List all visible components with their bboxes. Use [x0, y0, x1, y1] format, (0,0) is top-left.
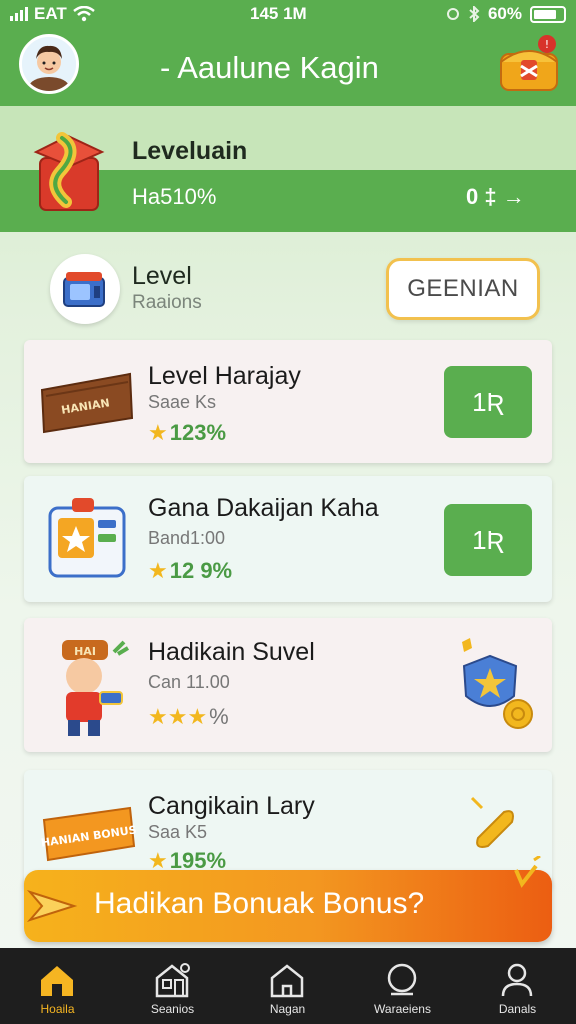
card-title: Cangikain Lary: [148, 792, 315, 820]
avatar-icon: [22, 37, 76, 91]
wooden-sign-icon: HANIAN: [40, 366, 134, 436]
card-value-text: 12 9%: [169, 558, 233, 583]
nav-label: Nagan: [269, 1002, 306, 1016]
nav-label: Seanios: [150, 1002, 195, 1016]
house-icon: [270, 964, 304, 998]
list-item[interactable]: HAI Hadikain Suvel Can 11.00 ★★★%: [24, 618, 552, 752]
shield-star-icon[interactable]: [450, 632, 550, 738]
list-item[interactable]: Gana Dakaijan Kaha Band1:00 ★12 9% 1Ʀ: [24, 476, 552, 602]
bluetooth-icon: [469, 6, 480, 22]
card-title: Gana Dakaijan Kaha: [148, 494, 379, 522]
store-icon: [155, 963, 190, 998]
bonus-banner-label[interactable]: Hadikan Bonuak Bonus?: [94, 887, 424, 921]
nav-item-nagan[interactable]: Nagan: [230, 948, 345, 1024]
genian-button[interactable]: GEENIAN: [386, 258, 540, 320]
card-subtitle: Saa K5: [148, 822, 208, 842]
wifi-icon: [72, 6, 95, 22]
status-right: 60%: [446, 4, 566, 24]
status-bar: EAT 145 1M 60%: [0, 0, 576, 28]
card-action-button[interactable]: 1Ʀ: [444, 504, 532, 576]
list-item[interactable]: HANIAN Level Harajay Saae Ks ★123% 1Ʀ: [24, 340, 552, 463]
card-value-text: %: [209, 704, 229, 729]
level-label: Level: [132, 262, 192, 290]
level-banner-actions[interactable]: 0 ‡ →: [466, 184, 525, 210]
nav-item-store[interactable]: Seanios: [115, 948, 230, 1024]
battery-percent: 60%: [487, 4, 522, 23]
nav-item-search[interactable]: Waraeiens: [345, 948, 460, 1024]
game-board-icon: [46, 494, 128, 582]
character-icon: HAI: [42, 632, 134, 742]
app-header: - Aaulune Kagin !: [0, 28, 576, 106]
sparkle-icon: [514, 856, 541, 888]
gift-icon: [32, 128, 108, 218]
card-value: ★123%: [148, 420, 226, 446]
treasure-chest-icon[interactable]: !: [497, 32, 563, 98]
card-value-text: 123%: [169, 420, 227, 445]
star-icon: ★★★: [148, 704, 208, 729]
search-icon: [387, 963, 417, 996]
svg-text:HAI: HAI: [74, 645, 96, 658]
bonus-banner-button[interactable]: Hadikan Bonuak Bonus?: [24, 856, 552, 942]
level-banner-action-text[interactable]: 0 ‡ →: [466, 184, 525, 210]
card-subtitle: Band1:00: [148, 528, 226, 548]
star-icon: ★: [148, 558, 168, 583]
battery-icon: [530, 5, 566, 23]
nav-item-home[interactable]: Hoaila: [0, 948, 115, 1024]
level-icon: [50, 254, 120, 324]
nav-label: Hoaila: [40, 1002, 75, 1016]
level-banner-title: Leveluain: [132, 137, 248, 165]
profile-icon: [501, 963, 533, 997]
card-action-button[interactable]: 1Ʀ: [444, 366, 532, 438]
card-subtitle: Can 11.00: [148, 672, 230, 692]
card-value: ★12 9%: [148, 558, 232, 584]
card-title: Hadikain Suvel: [148, 638, 315, 666]
bottom-nav: Hoaila Seanios Nagan Waraeiens Danals: [0, 948, 576, 1024]
arrow-icon: [26, 889, 78, 923]
card-value: ★★★%: [148, 704, 229, 730]
card-subtitle: Saae Ks: [148, 392, 217, 412]
bonus-badge-icon: HANIAN BONUS: [40, 798, 138, 864]
signal-icon: [10, 7, 28, 21]
carrier-label: EAT: [34, 4, 67, 23]
nav-label: Danals: [498, 1002, 537, 1016]
coin-icon: [464, 792, 524, 852]
nav-label: Waraeiens: [374, 1002, 431, 1016]
nav-item-profile[interactable]: Danals: [460, 948, 575, 1024]
home-icon: [41, 966, 73, 996]
alarm-icon: [446, 8, 459, 20]
status-left: EAT: [10, 4, 95, 24]
level-sublabel: Raaions: [132, 292, 202, 313]
page-title: - Aaulune Kagin: [160, 50, 379, 85]
star-icon: ★: [148, 420, 168, 445]
status-time: 145 1M: [250, 4, 307, 23]
avatar[interactable]: [19, 34, 79, 94]
card-title: Level Harajay: [148, 362, 301, 390]
svg-text:!: !: [545, 38, 549, 51]
level-banner-percent: Ha510%: [132, 184, 217, 209]
